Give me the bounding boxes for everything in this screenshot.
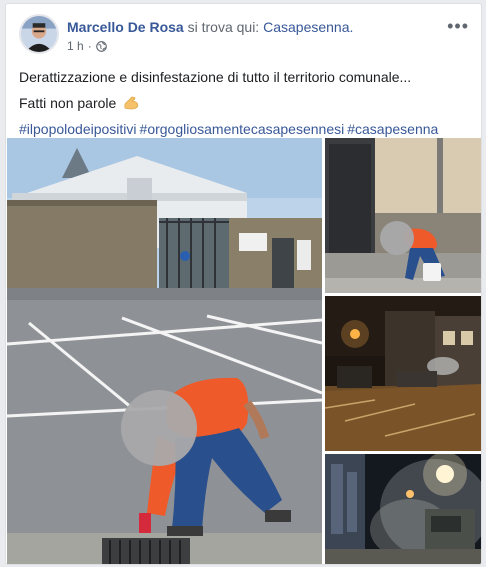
globe-icon[interactable] [95, 40, 107, 52]
post-text-line1: Derattizzazione e disinfestazione di tut… [19, 69, 412, 85]
photo-grid [7, 138, 481, 564]
checkin-verb: si trova qui: [183, 19, 264, 35]
photo-main-worker-parking-lot[interactable] [7, 138, 322, 564]
post-meta: 1 h · [67, 39, 107, 53]
more-options-icon[interactable]: ••• [447, 16, 469, 37]
post-time[interactable]: 1 h [67, 39, 84, 53]
avatar-image [21, 16, 57, 52]
post-text-line2: Fatti non parole [19, 95, 117, 111]
hashtag-link[interactable]: #ilpopolodeipositivi [19, 121, 137, 137]
flexed-biceps-icon [124, 96, 139, 110]
meta-separator: · [87, 39, 92, 53]
hashtag-link[interactable]: #casapesenna [347, 121, 438, 137]
post-text: Derattizzazione e disinfestazione di tut… [19, 66, 471, 140]
post-header: Marcello De Rosa si trova qui: Casapesen… [19, 14, 471, 56]
photo-worker-street-doorway[interactable] [325, 138, 481, 293]
photo-night-street-spraying[interactable] [325, 296, 481, 451]
post-card: Marcello De Rosa si trova qui: Casapesen… [5, 3, 482, 565]
post-text-line2-wrap: Fatti non parole [19, 92, 471, 114]
author-name[interactable]: Marcello De Rosa [67, 19, 184, 35]
photo-night-fog-truck[interactable] [325, 454, 481, 564]
hashtag-link[interactable]: #orgogliosamentecasapesennesi [140, 121, 345, 137]
author-line: Marcello De Rosa si trova qui: Casapesen… [67, 19, 353, 35]
hashtag-list: #ilpopolodeipositivi #orgogliosamentecasa… [19, 118, 471, 140]
checkin-place[interactable]: Casapesenna. [263, 19, 353, 35]
author-avatar[interactable] [19, 14, 59, 54]
